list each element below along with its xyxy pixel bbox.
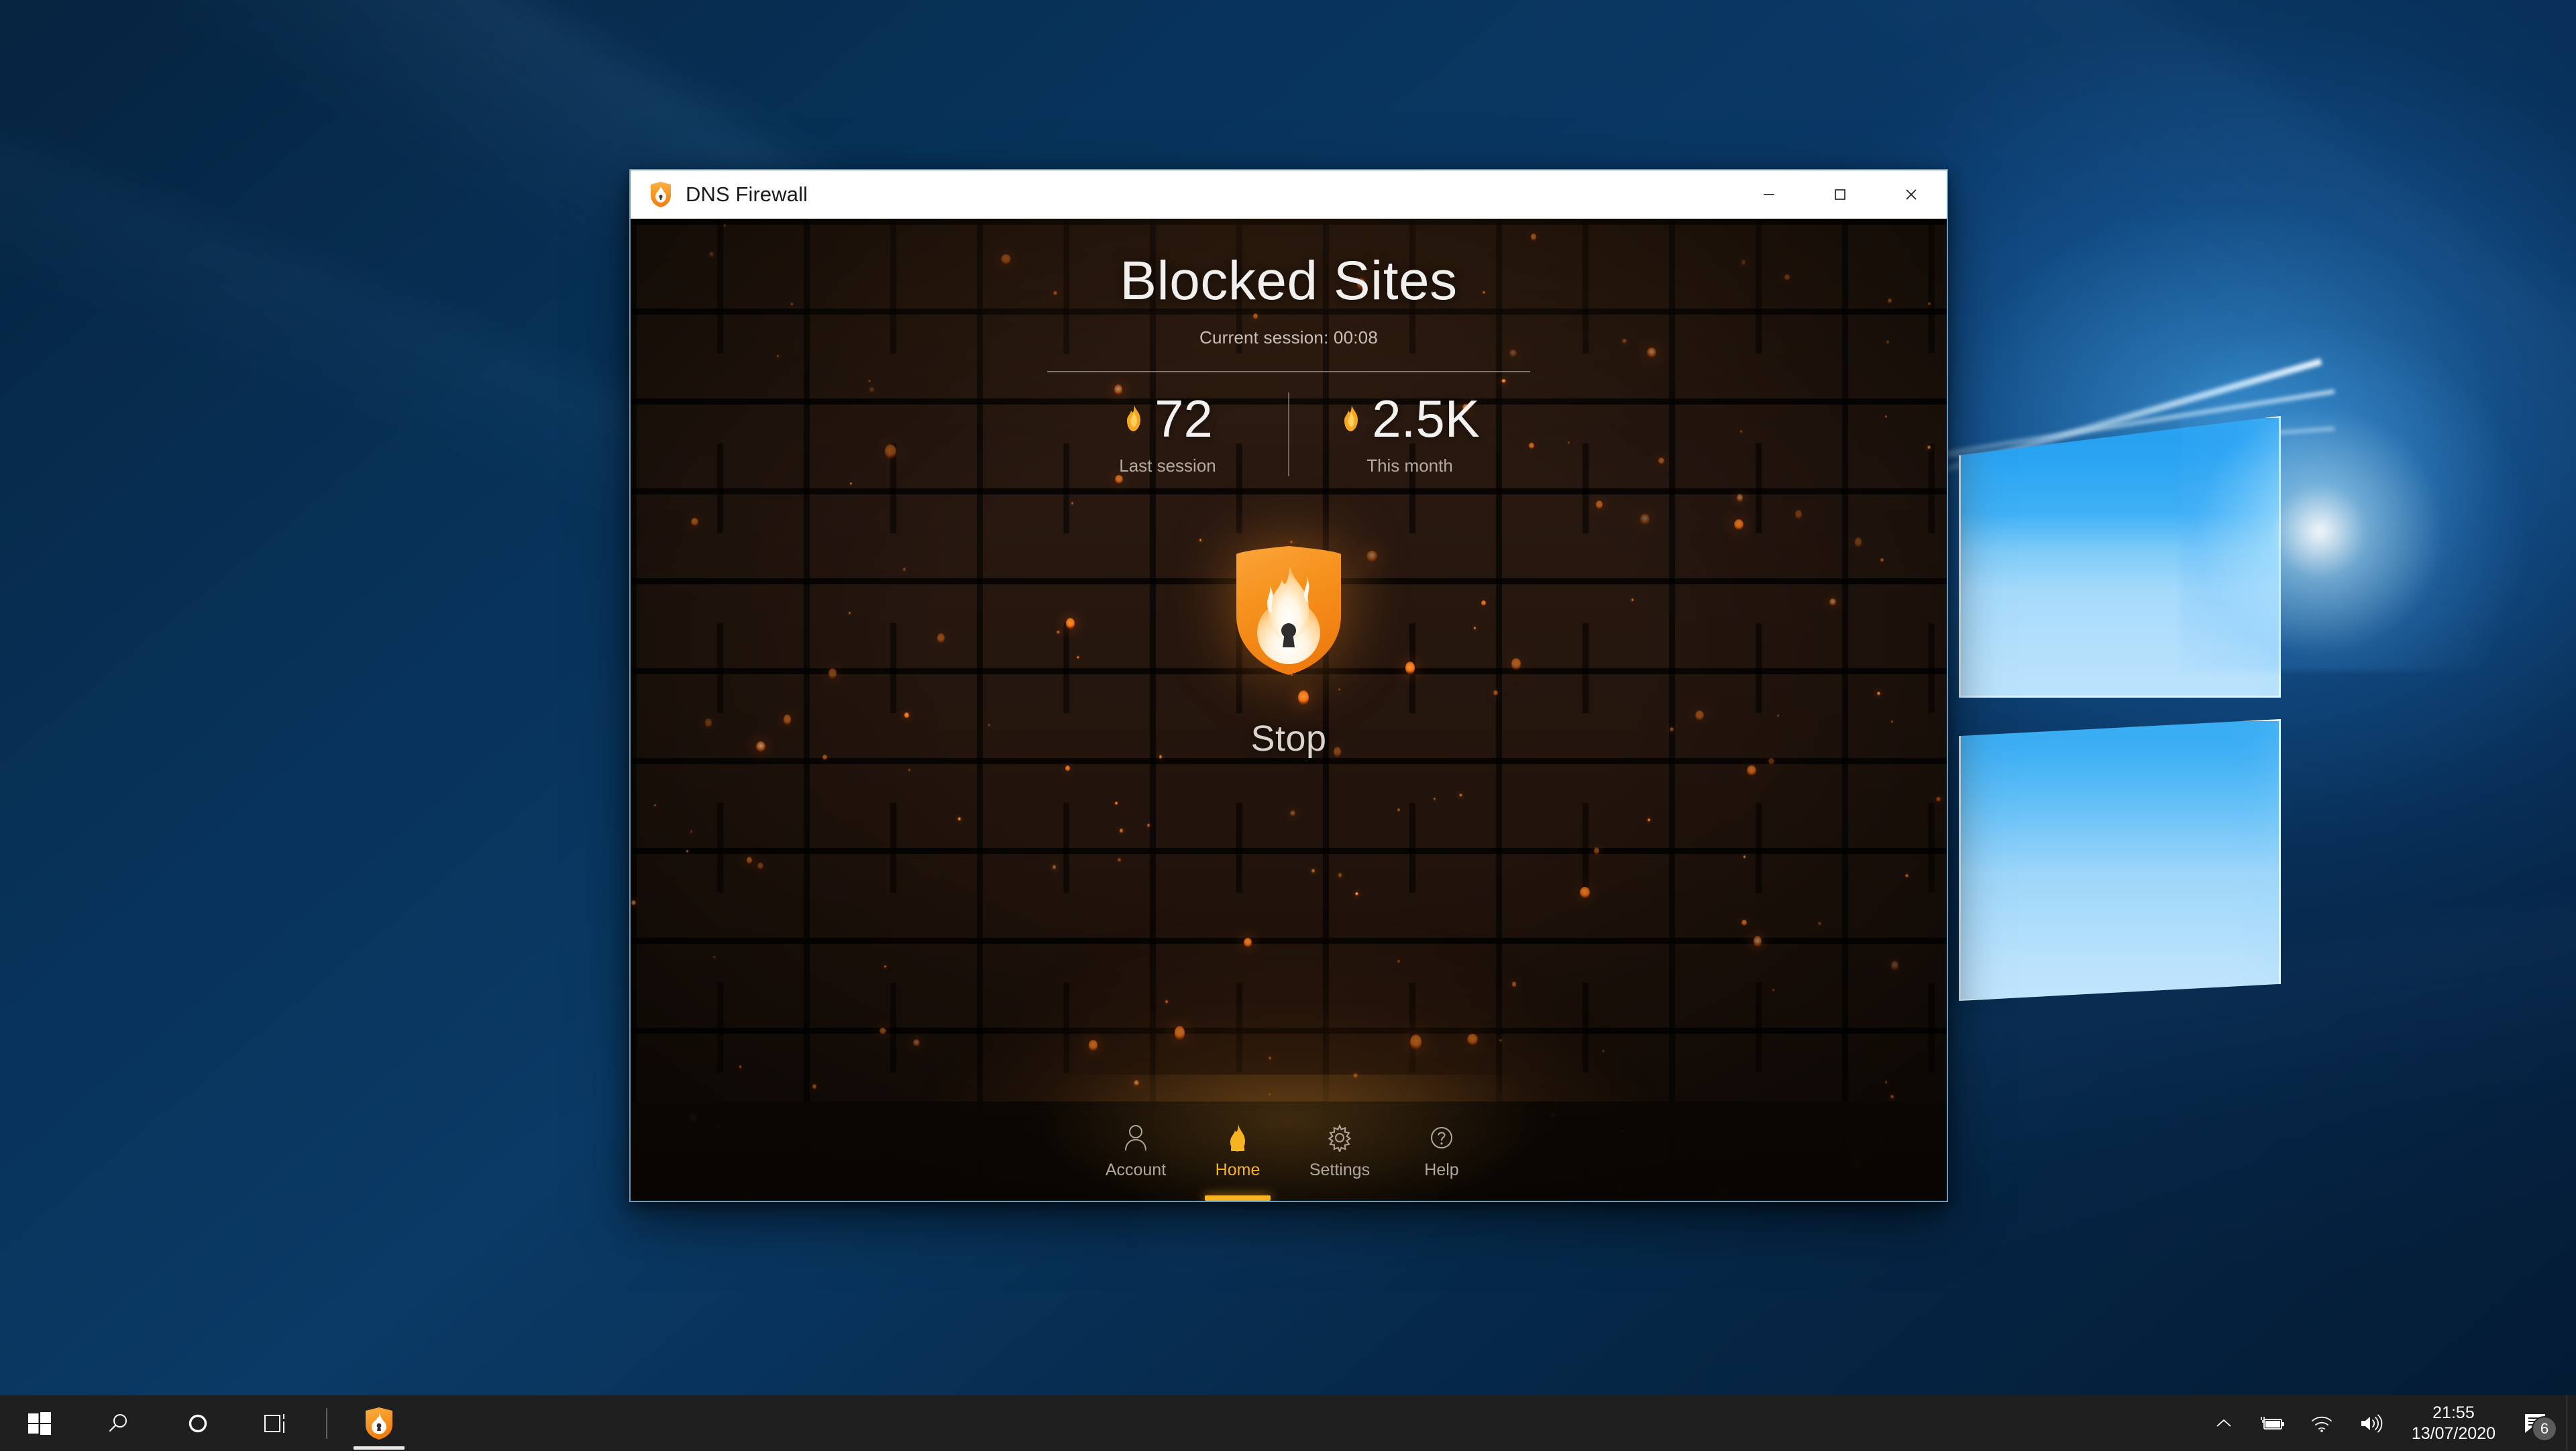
chevron-up-icon[interactable] xyxy=(2201,1395,2247,1451)
taskbar-clock[interactable]: 21:55 13/07/2020 xyxy=(2397,1395,2510,1451)
battery-charging-icon[interactable] xyxy=(2247,1395,2298,1451)
volume-icon[interactable] xyxy=(2346,1395,2397,1451)
nav-label: Account xyxy=(1105,1160,1167,1179)
stat-this-month: 2.5K This month xyxy=(1288,392,1530,476)
flame-icon xyxy=(1122,404,1145,433)
shield-flame-icon xyxy=(649,181,672,208)
taskbar-dns-firewall-icon[interactable] xyxy=(339,1395,419,1451)
windows-wallpaper-logo xyxy=(1678,322,2529,1033)
wifi-icon[interactable] xyxy=(2298,1395,2346,1451)
stats-panel: 72 Last session 2.5K This month xyxy=(1047,371,1530,476)
show-desktop-button[interactable] xyxy=(2567,1395,2576,1451)
desktop: DNS Firewall Blocked Sites Current sessi… xyxy=(0,0,2576,1451)
close-button[interactable] xyxy=(1876,170,1947,219)
taskbar-divider xyxy=(326,1407,327,1439)
stat-last-session: 72 Last session xyxy=(1047,392,1288,476)
person-icon xyxy=(1122,1123,1149,1152)
maximize-button[interactable] xyxy=(1805,170,1876,219)
clock-time: 21:55 xyxy=(2432,1403,2475,1422)
wallpaper-pane-bottom xyxy=(1959,719,2281,1001)
nav-item-help[interactable]: Help xyxy=(1391,1101,1493,1201)
nav-label: Settings xyxy=(1309,1160,1371,1179)
nav-item-account[interactable]: Account xyxy=(1085,1101,1187,1201)
taskbar-active-indicator xyxy=(354,1446,405,1450)
notification-badge: 6 xyxy=(2532,1416,2557,1442)
windows-start-icon[interactable] xyxy=(0,1395,79,1451)
nav-label: Help xyxy=(1424,1160,1459,1179)
clock-date: 13/07/2020 xyxy=(2411,1423,2496,1443)
system-tray: 21:55 13/07/2020 6 xyxy=(2201,1395,2576,1451)
search-icon[interactable] xyxy=(79,1395,158,1451)
flame-icon xyxy=(1340,404,1362,433)
nav-item-home[interactable]: Home xyxy=(1187,1101,1289,1201)
windows-taskbar: 21:55 13/07/2020 6 xyxy=(0,1395,2576,1451)
stat-label: This month xyxy=(1366,455,1453,476)
question-icon xyxy=(1428,1123,1456,1152)
bottom-navigation: Account Home Settings Help xyxy=(631,1075,1947,1201)
notification-icon[interactable]: 6 xyxy=(2510,1395,2567,1451)
nav-active-indicator xyxy=(1205,1195,1271,1201)
stat-label: Last session xyxy=(1119,455,1216,476)
app-content: Blocked Sites Current session: 00:08 72 xyxy=(631,219,1947,1201)
window-title-bar[interactable]: DNS Firewall xyxy=(631,170,1947,219)
nav-item-settings[interactable]: Settings xyxy=(1289,1101,1391,1201)
gear-icon xyxy=(1326,1123,1354,1152)
minimize-button[interactable] xyxy=(1733,170,1805,219)
stat-value: 72 xyxy=(1155,389,1213,448)
wallpaper-pane-top xyxy=(1959,416,2281,698)
stop-button[interactable]: Stop xyxy=(1220,711,1357,766)
flame-icon xyxy=(1226,1123,1250,1152)
window-controls xyxy=(1733,170,1947,219)
cortana-icon[interactable] xyxy=(158,1395,237,1451)
current-session-text: Current session: 00:08 xyxy=(1199,327,1378,347)
nav-label: Home xyxy=(1215,1160,1260,1179)
shield-flame-lock-icon xyxy=(1228,543,1349,678)
stat-value: 2.5K xyxy=(1372,389,1480,448)
page-title: Blocked Sites xyxy=(1120,250,1458,311)
task-view-icon[interactable] xyxy=(237,1395,317,1451)
window-title: DNS Firewall xyxy=(686,182,808,206)
dns-firewall-window: DNS Firewall Blocked Sites Current sessi… xyxy=(629,169,1948,1202)
